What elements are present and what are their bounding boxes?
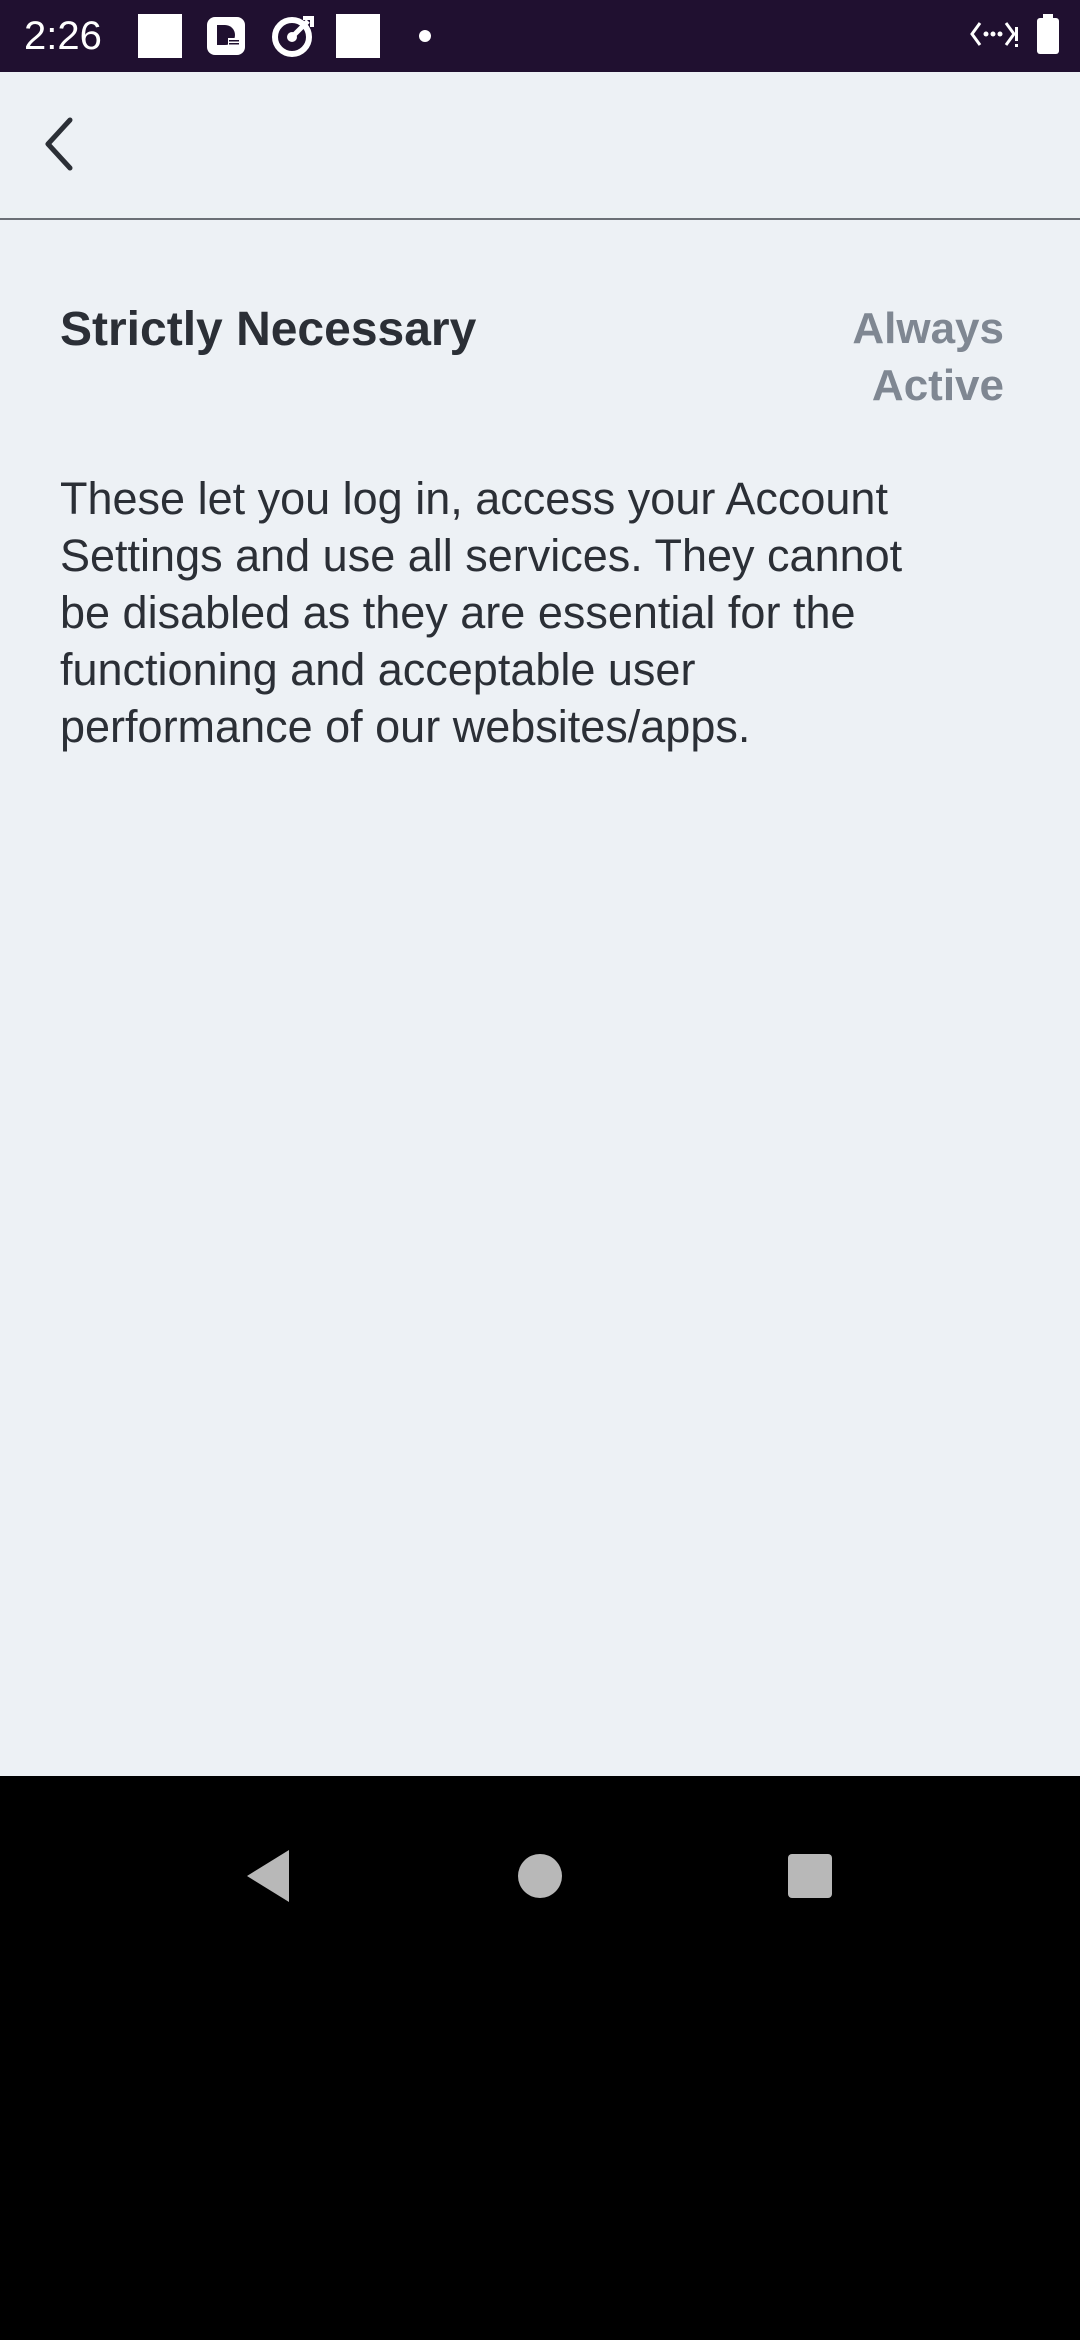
section-title: Strictly Necessary [60,303,477,356]
nav-home-icon [518,1854,562,1898]
news-app-icon [206,14,248,58]
target-app-icon [270,14,316,58]
always-active-status: Always Active [784,300,1004,414]
nav-home-button[interactable] [480,1816,600,1936]
nav-recents-icon [788,1854,832,1898]
data-saver-icon [970,17,1020,56]
section-description: These let you log in, access your Accoun… [60,473,903,752]
back-button[interactable] [24,108,96,180]
chevron-left-icon [45,117,73,171]
nav-back-button[interactable] [208,1816,328,1936]
status-line-2: Active [871,361,1004,410]
white-square-icon [336,14,380,58]
nav-recents-button[interactable] [750,1816,870,1936]
app-screen: Strictly Necessary Always Active These l… [0,72,1080,1776]
nav-back-icon [247,1850,289,1902]
status-time: 2:26 [24,14,102,58]
top-app-bar [0,72,1080,220]
status-icons-right [970,12,1060,60]
status-bar: 2:26 [0,0,1080,72]
battery-icon [1036,13,1060,59]
dot-icon [419,30,431,42]
status-line-1: Always [852,304,1004,353]
white-square-icon [138,14,182,58]
system-nav-bar [0,1776,1080,2340]
